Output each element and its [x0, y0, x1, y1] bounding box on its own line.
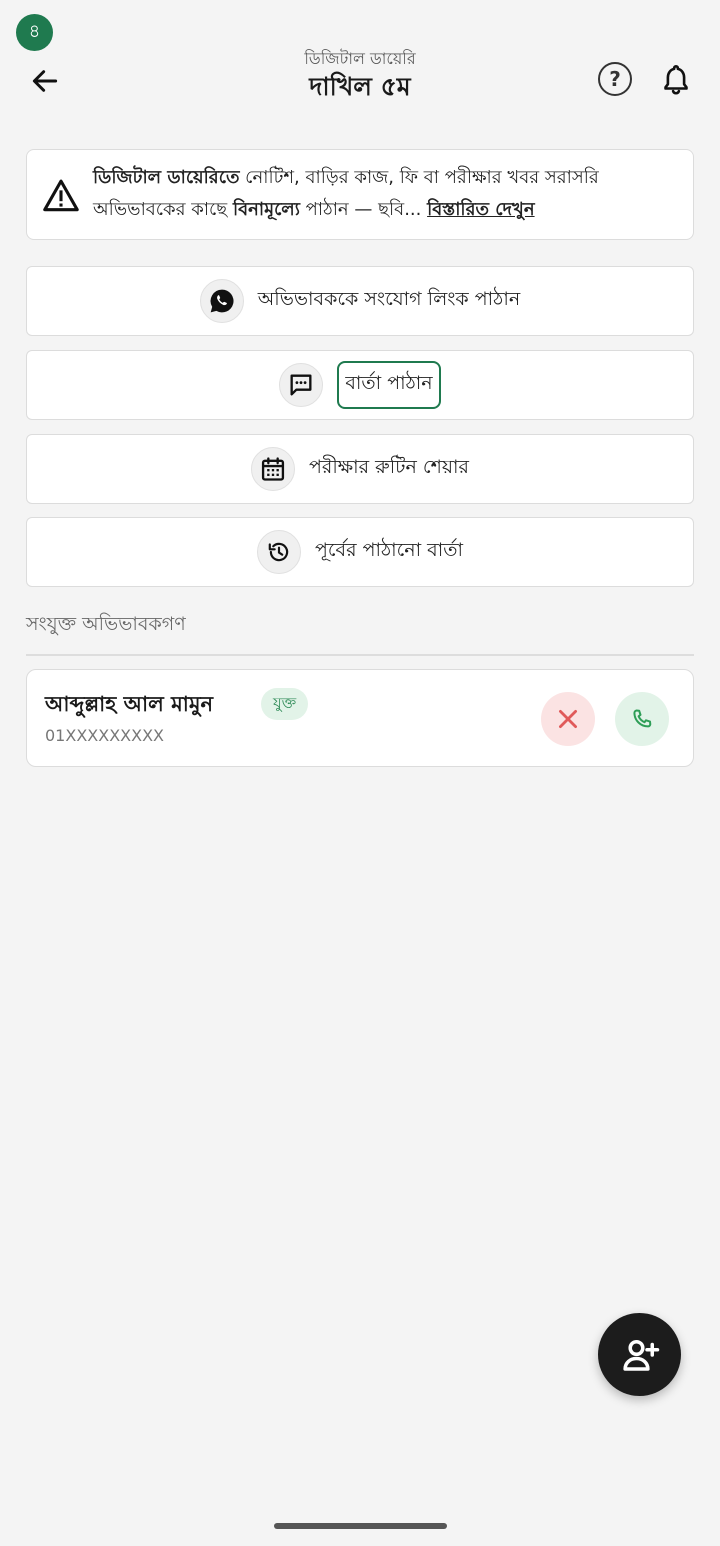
share-exam-routine-button[interactable]: পরীক্ষার রুটিন শেয়ার [26, 434, 694, 504]
previous-messages-label: পূর্বের পাঠানো বার্তা [314, 539, 464, 561]
notice-bold-free: বিনামূল্যে [232, 199, 300, 220]
add-user-icon [622, 1339, 659, 1371]
whatsapp-icon [210, 289, 234, 313]
connected-status-badge: যুক্ত [261, 688, 309, 720]
arrow-left-icon [32, 70, 58, 92]
page-subtitle: ডিজিটাল ডায়েরি [304, 49, 416, 68]
parent-name: আব্দুল্লাহ আল মামুন [45, 692, 214, 716]
parent-phone: 01XXXXXXXXX [45, 726, 165, 745]
message-icon [290, 374, 312, 396]
home-indicator [274, 1523, 447, 1529]
previous-messages-button[interactable]: পূর্বের পাঠানো বার্তা [26, 517, 694, 587]
bell-icon [664, 64, 688, 95]
connected-parents-heading: সংযুক্ত অভিভাবকগণ [26, 613, 186, 635]
help-button[interactable]: ? [598, 62, 632, 96]
send-message-button[interactable]: বার্তা পাঠান [26, 350, 694, 420]
question-mark-icon: ? [609, 67, 621, 91]
notice-bold-lead: ডিজিটাল ডায়েরিতে [93, 167, 240, 188]
header-title-group: ডিজিটাল ডায়েরি দাখিল ৫ম [160, 48, 560, 104]
send-connect-link-button[interactable]: অভিভাবককে সংযোগ লিংক পাঠান [26, 266, 694, 336]
section-divider [26, 654, 694, 656]
page-title: দাখিল ৫ম [309, 72, 411, 101]
share-exam-routine-label: পরীক্ষার রুটিন শেয়ার [308, 456, 470, 478]
notifications-button[interactable] [656, 60, 696, 100]
notice-text: ডিজিটাল ডায়েরিতে নোটিশ, বাড়ির কাজ, ফি … [93, 162, 685, 226]
calendar-icon [261, 457, 285, 481]
notice-body-2: পাঠান — ছবি... [299, 199, 428, 220]
notice-more-link[interactable]: বিস্তারিত দেখুন [427, 199, 534, 220]
call-parent-button[interactable] [615, 692, 669, 746]
history-icon [268, 542, 289, 562]
send-message-label: বার্তা পাঠান [337, 361, 441, 409]
add-parent-button[interactable] [598, 1313, 681, 1396]
app-header: ডিজিটাল ডায়েরি দাখিল ৫ম ? [0, 44, 720, 120]
back-button[interactable] [24, 60, 66, 102]
send-connect-link-label: অভিভাবককে সংযোগ লিংক পাঠান [257, 288, 521, 310]
remove-parent-button[interactable] [541, 692, 595, 746]
close-icon [559, 710, 577, 728]
parent-card: আব্দুল্লাহ আল মামুন যুক্ত 01XXXXXXXXX [26, 669, 694, 767]
phone-icon [633, 709, 652, 728]
info-notice: ডিজিটাল ডায়েরিতে নোটিশ, বাড়ির কাজ, ফি … [26, 149, 694, 240]
warning-icon [43, 179, 79, 212]
